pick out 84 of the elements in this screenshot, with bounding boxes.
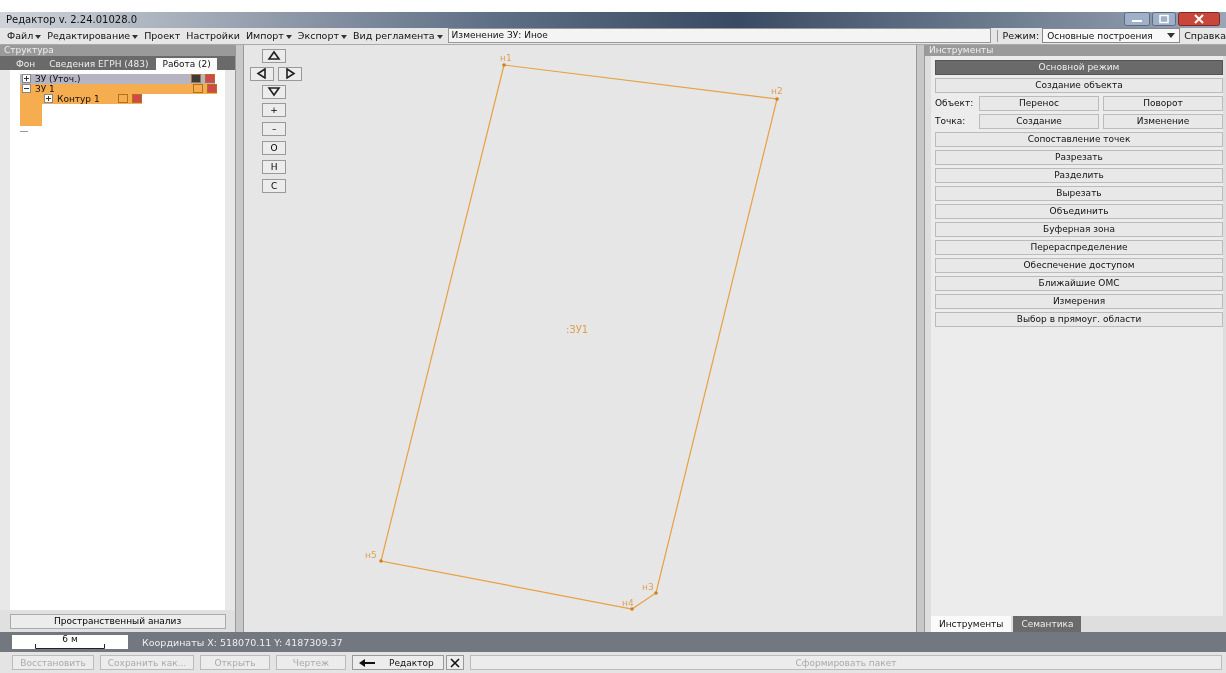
tool-button[interactable]: Ближайшие ОМС [935,275,1223,291]
operation-field[interactable]: Изменение ЗУ: Иное [447,28,992,44]
tree-item[interactable]: Контур 1 [42,93,142,104]
vertex-point[interactable] [630,607,634,611]
tool-button[interactable]: Поворот [1103,95,1223,111]
tool-button[interactable]: Буферная зона [935,221,1223,237]
menu-item[interactable]: Редактирование [44,30,142,42]
tool-button[interactable]: Создание объекта [935,77,1223,93]
pan-right-button[interactable] [278,66,303,81]
tool-button[interactable]: Изменение [1103,113,1223,129]
leaf-icon [20,130,28,134]
tool-button[interactable]: Обеспечение доступом [935,257,1223,273]
tool-button[interactable]: Вырезать [935,185,1223,201]
menu-item[interactable]: Файл [4,30,45,42]
tool-button[interactable]: Перенос [979,95,1099,111]
tool-button[interactable]: Разрезать [935,149,1223,165]
vertex-label: н2 [771,85,783,96]
tab[interactable]: Работа (2) [156,57,217,70]
analysis-button[interactable]: Пространственный анализ [9,613,226,629]
vertex-label: н5 [365,549,377,560]
tool-button[interactable]: Разделить [935,167,1223,183]
tool-button[interactable]: Создание [979,113,1099,129]
mode-label: Режим: [1002,30,1040,42]
pan-left-button[interactable] [250,66,275,81]
tool-button[interactable]: Объединить [935,203,1223,219]
vertex-label: н4 [622,597,634,608]
expand-icon[interactable] [22,74,31,84]
panel-header: Структура [0,44,236,56]
map-button[interactable]: – [262,121,287,136]
caret-icon [1167,33,1176,39]
color-swatch[interactable] [193,84,203,94]
row-label: Объект: [935,98,975,109]
vertex-label: н3 [642,581,654,592]
tree-item[interactable]: ЗУ 1 [20,83,217,94]
close-button[interactable] [446,655,464,670]
pan-down-button[interactable] [262,84,287,99]
menu-item[interactable]: Настройки [183,30,243,42]
triangle-icon [267,50,282,62]
menu-item[interactable]: Проект [141,30,184,42]
tool-button[interactable]: Основной режим [935,59,1223,75]
menu-item[interactable]: Импорт [242,30,295,42]
editor-button[interactable]: Редактор [352,655,444,670]
triangle-icon [267,86,282,98]
map-button[interactable]: + [262,102,287,117]
color-swatch[interactable] [118,94,128,104]
color-swatch[interactable] [205,74,215,84]
triangle-icon [283,68,298,80]
vertex-point[interactable] [379,559,383,563]
tool-button[interactable]: Выбор в прямоуг. области [935,311,1223,327]
help-menu[interactable]: Справка [1180,30,1226,42]
color-swatch[interactable] [132,94,142,104]
left-arrow-icon [359,658,375,667]
pan-up-button[interactable] [262,48,287,63]
menu-item[interactable]: Экспорт [294,30,350,42]
minimize-icon[interactable] [1124,12,1150,26]
menu-item[interactable]: Вид регламента [350,30,446,42]
tree-item[interactable]: ЗУ (Уточ.) [20,73,215,84]
color-swatch[interactable] [207,84,217,94]
panel-header: Инструменты [925,44,1226,56]
close-icon[interactable] [1178,12,1220,26]
tab[interactable]: Семантика [1013,616,1082,633]
maximize-icon[interactable] [1152,12,1176,26]
splitter[interactable] [916,44,925,633]
vertex-point[interactable] [775,97,779,101]
window-title: Редактор v. 2.24.01028.0 [6,14,138,26]
tool-button[interactable]: Сопоставление точек [935,131,1223,147]
coordinates-text: Координаты X: 518070.11 Y: 4187309.37 [142,636,343,648]
mode-dropdown[interactable]: Основные построения [1042,28,1181,44]
collapse-icon[interactable] [22,84,31,94]
vertex-label: н1 [500,52,512,63]
splitter[interactable] [235,44,245,633]
vertex-point[interactable] [654,591,658,595]
tab[interactable]: Инструменты [931,616,1012,633]
expand-icon[interactable] [44,94,53,104]
scale-bar: 6 м [12,635,128,650]
vertex-point[interactable] [502,63,506,67]
color-swatch[interactable] [191,74,201,84]
map-button[interactable]: С [262,178,287,193]
row-label: Точка: [935,116,967,127]
tool-button[interactable]: Перераспределение [935,239,1223,255]
map-button[interactable]: О [262,140,287,155]
tool-button[interactable]: Измерения [935,293,1223,309]
map-button[interactable]: Н [262,159,287,174]
parcel-label: :ЗУ1 [566,323,589,335]
